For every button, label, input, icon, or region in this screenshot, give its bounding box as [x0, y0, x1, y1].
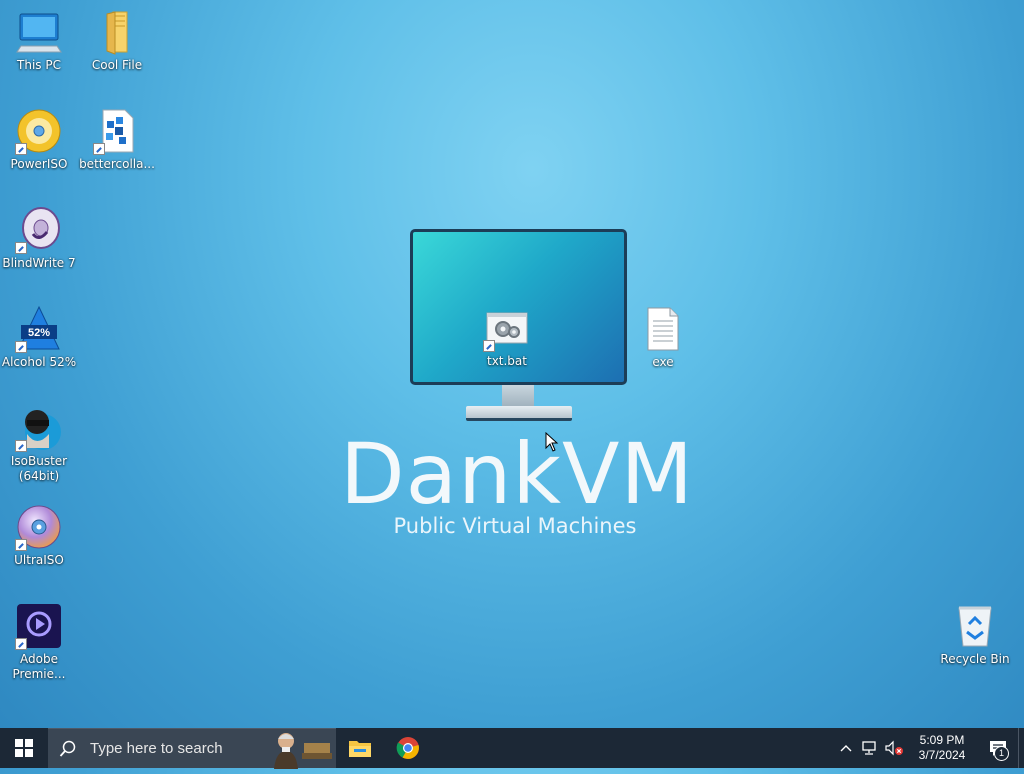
wallpaper-monitor-stand [502, 385, 534, 407]
notification-count-badge: 1 [994, 746, 1009, 761]
desktop-icon-label: Recycle Bin [940, 652, 1010, 666]
alcohol-icon: 52% [15, 305, 63, 353]
text-document-icon [639, 305, 687, 353]
action-center-button[interactable]: 1 [978, 728, 1018, 768]
desktop-icon-label: Alcohol 52% [1, 355, 77, 369]
taskbar: 5:09 PM 3/7/2024 1 [0, 728, 1024, 769]
desktop-icon-label: exe [652, 355, 674, 369]
taskbar-file-explorer[interactable] [336, 728, 384, 768]
desktop-icon-label: Adobe Premie... [12, 652, 66, 681]
chrome-icon [396, 737, 419, 759]
shortcut-arrow-icon [15, 539, 27, 551]
desktop-icon-recycle-bin[interactable]: Recycle Bin [937, 602, 1013, 667]
windows-logo-icon [15, 739, 33, 757]
show-desktop-button[interactable] [1018, 728, 1024, 768]
shortcut-arrow-icon [93, 143, 105, 155]
desktop-icon-label: IsoBuster (64bit) [10, 454, 68, 483]
file-explorer-icon [349, 741, 371, 757]
volume-muted-icon[interactable] [882, 728, 906, 768]
search-input[interactable] [88, 739, 272, 758]
mouse-cursor-icon [545, 431, 559, 457]
blindwrite-disc-icon [15, 206, 63, 254]
desktop-icon-exe[interactable]: exe [625, 305, 701, 370]
clock-time: 5:09 PM [919, 733, 965, 747]
desktop-icon-poweriso[interactable]: PowerISO [1, 107, 77, 172]
desktop[interactable]: DankVM Public Virtual Machines This PC C… [0, 0, 1024, 728]
wallpaper-monitor-base [466, 406, 572, 421]
shortcut-arrow-icon [15, 341, 27, 353]
desktop-icon-alcohol[interactable]: 52% Alcohol 52% [1, 305, 77, 370]
search-highlight-image[interactable] [268, 729, 332, 769]
ultraiso-disc-icon [15, 503, 63, 551]
show-hidden-icons-chevron-icon[interactable] [834, 728, 858, 768]
desktop-icon-cool-file[interactable]: Cool File [79, 8, 155, 73]
desktop-icon-label: Cool File [91, 58, 143, 72]
desktop-icon-adobe-premiere[interactable]: Adobe Premie... [1, 602, 77, 682]
shortcut-arrow-icon [15, 143, 27, 155]
computer-icon [15, 8, 63, 56]
batch-file-icon [483, 310, 531, 358]
folder-icon [93, 8, 141, 56]
shortcut-arrow-icon [15, 242, 27, 254]
desktop-icon-label: bettercolla... [79, 157, 155, 171]
system-tray: 5:09 PM 3/7/2024 1 [834, 728, 1024, 768]
taskbar-clock[interactable]: 5:09 PM 3/7/2024 [906, 733, 978, 763]
shortcut-arrow-icon [15, 638, 27, 650]
desktop-icon-label: This PC [17, 58, 61, 72]
svg-text:52%: 52% [28, 327, 50, 339]
desktop-icon-isobuster[interactable]: IsoBuster (64bit) [1, 404, 77, 484]
desktop-icon-label: PowerISO [10, 157, 68, 171]
shortcut-arrow-icon [483, 340, 495, 352]
clock-date: 3/7/2024 [918, 748, 966, 762]
taskbar-chrome[interactable] [384, 728, 432, 768]
isobuster-icon [15, 404, 63, 452]
network-icon[interactable] [858, 728, 882, 768]
poweriso-icon [15, 107, 63, 155]
taskbar-search-box[interactable] [48, 728, 336, 769]
wallpaper-subtitle: Public Virtual Machines [393, 514, 637, 538]
desktop-icon-label: UltraISO [14, 553, 64, 567]
desktop-icon-txt-bat[interactable]: txt.bat [469, 310, 545, 369]
recycle-bin-icon [951, 602, 999, 650]
start-button[interactable] [0, 728, 48, 768]
shortcut-arrow-icon [15, 440, 27, 452]
desktop-icon-blindwrite[interactable]: BlindWrite 7 [1, 206, 77, 271]
premiere-icon [15, 602, 63, 650]
search-icon [48, 740, 88, 758]
wallpaper-title: DankVM [340, 425, 694, 523]
desktop-icon-label: BlindWrite 7 [2, 256, 76, 270]
blue-blocks-icon [93, 107, 141, 155]
desktop-icon-this-pc[interactable]: This PC [1, 8, 77, 73]
desktop-icon-bettercolla[interactable]: bettercolla... [79, 107, 155, 172]
desktop-icon-ultraiso[interactable]: UltraISO [1, 503, 77, 568]
